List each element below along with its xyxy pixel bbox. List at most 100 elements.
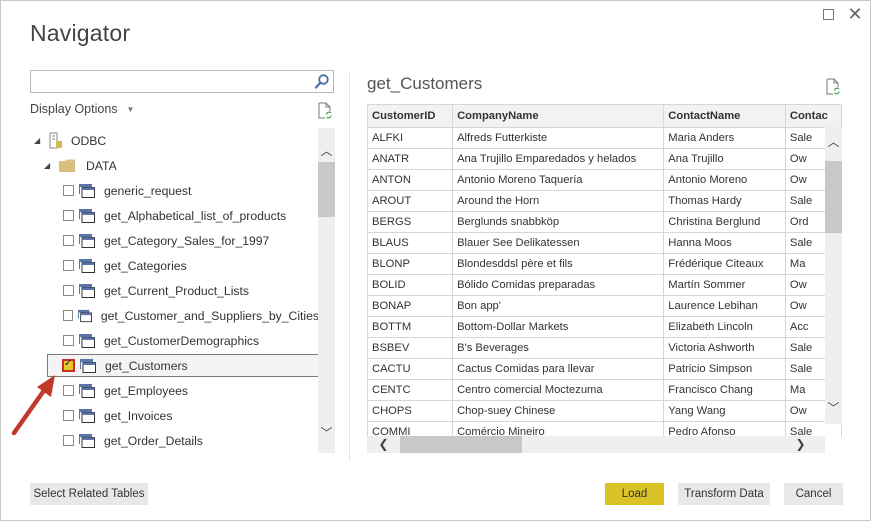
scroll-down-icon[interactable]: ﹀	[825, 399, 842, 416]
tree-label: ODBC	[71, 133, 107, 148]
table-cell: Blauer See Delikatessen	[452, 232, 665, 254]
scroll-up-icon[interactable]: ︿	[825, 133, 842, 150]
tree-item-label: get_Order_Details	[104, 433, 203, 448]
transform-data-button[interactable]: Transform Data	[678, 483, 770, 505]
close-icon: ✕	[847, 4, 863, 24]
table-icon	[77, 309, 92, 322]
checkbox[interactable]	[63, 310, 73, 321]
table-cell: Martín Sommer	[663, 274, 786, 296]
pane-divider	[349, 71, 350, 461]
column-header[interactable]: ContactName	[663, 105, 786, 128]
table-icon	[80, 358, 96, 373]
checkbox[interactable]	[63, 335, 74, 346]
display-options-dropdown[interactable]: Display Options ▼	[30, 102, 134, 116]
tree-node-odbc[interactable]: ◢ ODBC	[34, 129, 319, 152]
cancel-button[interactable]: Cancel	[784, 483, 843, 505]
tree-item[interactable]: get_Current_Product_Lists	[48, 279, 319, 302]
tree-item-label: get_Current_Product_Lists	[104, 283, 249, 298]
tree-item-label: get_Customers	[105, 358, 188, 373]
scroll-left-icon[interactable]: ❮	[375, 436, 392, 453]
tree-item-label: get_Category_Sales_for_1997	[104, 233, 270, 248]
scroll-right-icon[interactable]: ❯	[792, 436, 809, 453]
tree-item[interactable]: get_Category_Sales_for_1997	[48, 229, 319, 252]
tree-item[interactable]: get_Categories	[48, 254, 319, 277]
table-cell: Victoria Ashworth	[663, 337, 786, 359]
table-row: BERGS Berglunds snabbköp Christina Berglun…	[368, 211, 842, 233]
maximize-button[interactable]	[817, 5, 839, 23]
refresh-icon[interactable]	[826, 78, 840, 95]
checkbox[interactable]	[62, 358, 75, 372]
scrollbar-thumb[interactable]	[400, 436, 522, 453]
tree-item-label: get_Categories	[104, 258, 187, 273]
tree-item-label: get_CustomerDemographics	[104, 333, 260, 348]
table-row: BOTTM Bottom-Dollar Markets Elizabeth Linc…	[368, 316, 842, 338]
table-cell: Bon app'	[452, 295, 665, 317]
navigator-dialog: Navigator ✕ Display Options ▼ ◢ ODBC ◢ D…	[0, 0, 871, 521]
checkbox[interactable]	[63, 410, 74, 421]
checkbox[interactable]	[63, 210, 74, 221]
tree-item-label: get_Employees	[104, 383, 189, 398]
table-cell: Blondesddsl père et fils	[452, 253, 665, 275]
table-cell: Yang Wang	[663, 400, 786, 422]
table-cell: BLAUS	[368, 232, 454, 254]
checkbox[interactable]	[63, 385, 74, 396]
scroll-up-icon[interactable]: ︿	[318, 142, 335, 159]
table-icon	[79, 233, 95, 248]
tree-item[interactable]: get_Order_Details	[48, 429, 319, 452]
table-cell: Ana Trujillo	[663, 148, 786, 170]
checkbox[interactable]	[63, 235, 74, 246]
tree-item[interactable]: get_CustomerDemographics	[48, 329, 319, 352]
table-cell: BLONP	[368, 253, 454, 275]
tree-item[interactable]: get_Customers	[47, 354, 319, 377]
search-input[interactable]	[31, 71, 311, 92]
checkbox[interactable]	[63, 285, 74, 296]
tree-item[interactable]: get_Alphabetical_list_of_products	[48, 204, 319, 227]
table-cell: COMMI	[368, 421, 454, 437]
tree-item[interactable]: get_Customer_and_Suppliers_by_Cities	[48, 304, 319, 327]
table-icon	[79, 258, 95, 273]
table-cell: Laurence Lebihan	[663, 295, 786, 317]
table-cell: Berglunds snabbköp	[452, 211, 665, 233]
scrollbar-thumb[interactable]	[318, 162, 335, 217]
table-row: AROUT Around the Horn Thomas Hardy Sale	[368, 190, 842, 212]
expand-collapse-icon[interactable]: ◢	[44, 161, 53, 170]
grid-vertical-scrollbar[interactable]: ︿ ﹀	[825, 127, 842, 424]
table-icon	[79, 433, 95, 448]
expand-collapse-icon[interactable]: ◢	[34, 136, 43, 145]
refresh-icon[interactable]	[318, 102, 332, 119]
column-header[interactable]: CustomerID	[368, 105, 454, 128]
table-icon	[79, 333, 95, 348]
column-header[interactable]: Contac	[785, 105, 842, 128]
column-header[interactable]: CompanyName	[452, 105, 665, 128]
table-cell: BOTTM	[368, 316, 454, 338]
scroll-down-icon[interactable]: ﹀	[318, 424, 335, 441]
tree-item[interactable]: get_Employees	[48, 379, 319, 402]
table-cell: ALFKI	[368, 127, 454, 149]
table-cell: Cactus Comidas para llevar	[452, 358, 665, 380]
tree-item-label: get_Customer_and_Suppliers_by_Cities	[100, 308, 319, 323]
checkbox[interactable]	[63, 260, 74, 271]
table-cell: Patricio Simpson	[663, 358, 786, 380]
load-button[interactable]: Load	[605, 483, 664, 505]
table-icon	[79, 383, 95, 398]
table-cell: Christina Berglund	[663, 211, 786, 233]
checkbox[interactable]	[63, 435, 74, 446]
search-icon[interactable]	[314, 73, 330, 90]
table-cell: BONAP	[368, 295, 454, 317]
table-cell: Bólido Comidas preparadas	[452, 274, 665, 296]
select-related-tables-button[interactable]: Select Related Tables	[30, 483, 148, 505]
tree-item[interactable]: generic_request	[48, 179, 319, 202]
search-box[interactable]	[30, 70, 334, 93]
tree-node-data-folder[interactable]: ◢ DATA	[44, 154, 319, 177]
table-row: ALFKI Alfreds Futterkiste Maria Anders Sale	[368, 127, 842, 149]
table-row: BLAUS Blauer See Delikatessen Hanna Moos Sa…	[368, 232, 842, 254]
grid-horizontal-scrollbar[interactable]: ❮ ❯	[367, 436, 825, 453]
table-cell: CACTU	[368, 358, 454, 380]
tree-vertical-scrollbar[interactable]: ︿ ﹀	[318, 128, 335, 453]
close-button[interactable]: ✕	[844, 5, 866, 23]
table-cell: Alfreds Futterkiste	[452, 127, 665, 149]
table-cell: BERGS	[368, 211, 454, 233]
checkbox[interactable]	[63, 185, 74, 196]
tree-item[interactable]: get_Invoices	[48, 404, 319, 427]
scrollbar-thumb[interactable]	[825, 161, 842, 233]
